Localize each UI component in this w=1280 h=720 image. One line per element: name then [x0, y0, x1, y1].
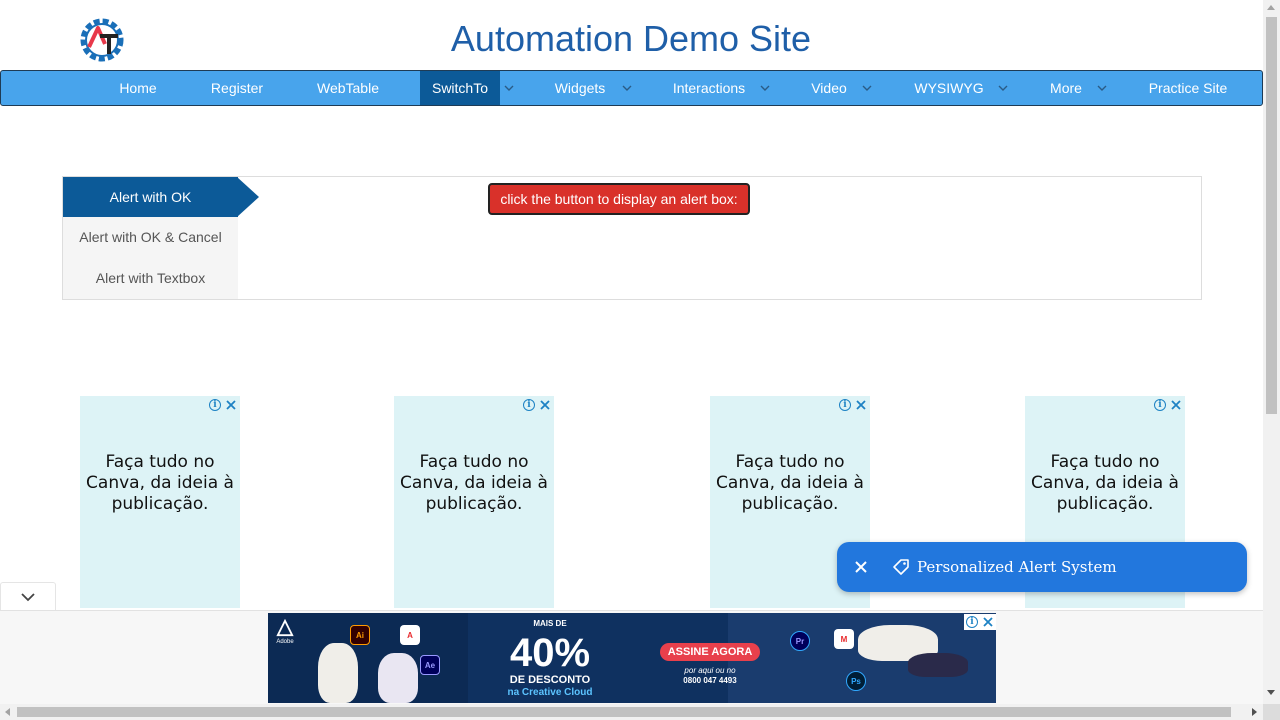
chevron-down-icon[interactable]: [619, 71, 635, 105]
ad-controls: i: [208, 398, 238, 412]
adobe-banner-ad[interactable]: Adobe Ai A Ae MAIS DE 40% DE DESCONTO na…: [268, 613, 996, 703]
close-icon[interactable]: [980, 614, 996, 630]
main-navbar: Home Register WebTable SwitchTo Widgets …: [0, 70, 1263, 106]
chevron-down-icon[interactable]: [757, 71, 773, 105]
scroll-up-arrow[interactable]: [1267, 5, 1275, 10]
scroll-right-arrow[interactable]: [1252, 708, 1257, 716]
vertical-scrollbar[interactable]: [1263, 0, 1280, 704]
assine-agora-button[interactable]: ASSINE AGORA: [660, 643, 760, 661]
nav-register[interactable]: Register: [197, 71, 277, 105]
person-illustration: [318, 643, 358, 703]
nav-interactions[interactable]: Interactions: [661, 71, 757, 105]
tab-alert-with-ok-cancel[interactable]: Alert with OK & Cancel: [63, 217, 238, 257]
display-alert-button[interactable]: click the button to display an alert box…: [488, 183, 750, 215]
toast-text: Personalized Alert System: [917, 558, 1117, 576]
page-title: Automation Demo Site: [450, 18, 812, 59]
page: Automation Demo Site Home Register WebTa…: [0, 0, 1280, 720]
info-icon[interactable]: i: [964, 614, 980, 630]
nav-home[interactable]: Home: [99, 71, 177, 105]
scrollbar-corner: [1263, 704, 1280, 720]
adobe-express-icon: M: [834, 629, 854, 649]
alert-tabs-list: Alert with OK Alert with OK & Cancel Ale…: [63, 177, 238, 299]
tab-alert-with-textbox[interactable]: Alert with Textbox: [63, 258, 238, 298]
scrollbar-thumb[interactable]: [17, 707, 1231, 717]
acrobat-icon: A: [400, 625, 420, 645]
nav-widgets[interactable]: Widgets: [541, 71, 619, 105]
nav-video[interactable]: Video: [797, 71, 861, 105]
ad-controls: i: [1153, 398, 1183, 412]
nav-wysiwyg[interactable]: WYSIWYG: [903, 71, 995, 105]
banner-desconto: DE DESCONTO: [509, 674, 591, 686]
banner-phone-number: 0800 047 4493: [683, 676, 737, 685]
nav-more[interactable]: More: [1037, 71, 1095, 105]
adobe-logo: Adobe: [274, 618, 296, 655]
close-icon[interactable]: [853, 559, 869, 575]
ad-text: Faça tudo no Canva, da ideia à publicaçã…: [86, 452, 234, 514]
nav-webtable[interactable]: WebTable: [303, 71, 393, 105]
banner-percent: 40%: [509, 631, 591, 675]
adobe-brand-label: Adobe: [276, 639, 294, 645]
alert-tabs-panel: Alert with OK Alert with OK & Cancel Ale…: [62, 176, 1202, 300]
banner-ad-controls: i: [964, 614, 996, 630]
close-icon[interactable]: [224, 398, 238, 412]
scroll-left-arrow[interactable]: [5, 708, 10, 716]
close-icon[interactable]: [854, 398, 868, 412]
ad-text: Faça tudo no Canva, da ideia à publicaçã…: [400, 452, 548, 514]
ad-controls: i: [838, 398, 868, 412]
banner-mais-de: MAIS DE: [533, 619, 567, 628]
chevron-down-icon[interactable]: [1094, 71, 1110, 105]
active-tab-arrow: [237, 177, 259, 217]
after-effects-icon: Ae: [420, 655, 440, 675]
collapse-ad-button[interactable]: [0, 582, 56, 610]
personalized-alert-toast[interactable]: Personalized Alert System: [837, 542, 1247, 592]
nav-switchto[interactable]: SwitchTo: [420, 71, 500, 105]
person-illustration: [908, 653, 968, 677]
nav-practice-site[interactable]: Practice Site: [1135, 71, 1241, 105]
close-icon[interactable]: [1169, 398, 1183, 412]
ad-text: Faça tudo no Canva, da ideia à publicaçã…: [716, 452, 864, 514]
info-icon[interactable]: i: [208, 398, 222, 412]
chevron-down-icon[interactable]: [501, 71, 517, 105]
premiere-icon: Pr: [790, 631, 810, 651]
banner-creative-cloud: na Creative Cloud: [507, 687, 593, 698]
banner-phone-intro: por aqui ou no: [684, 666, 736, 675]
ad-text: Faça tudo no Canva, da ideia à publicaçã…: [1031, 452, 1179, 514]
close-icon[interactable]: [538, 398, 552, 412]
chevron-down-icon[interactable]: [995, 71, 1011, 105]
ad-controls: i: [522, 398, 552, 412]
ad-card[interactable]: Faça tudo no Canva, da ideia à publicaçã…: [394, 396, 554, 608]
scroll-down-arrow[interactable]: [1267, 690, 1275, 695]
tab-alert-with-ok[interactable]: Alert with OK: [63, 177, 238, 217]
chevron-down-icon: [21, 592, 35, 601]
scrollbar-thumb[interactable]: [1266, 17, 1277, 414]
info-icon[interactable]: i: [1153, 398, 1167, 412]
photoshop-icon: Ps: [846, 671, 866, 691]
horizontal-scrollbar[interactable]: [0, 704, 1263, 720]
info-icon[interactable]: i: [522, 398, 536, 412]
info-icon[interactable]: i: [838, 398, 852, 412]
ad-card[interactable]: Faça tudo no Canva, da ideia à publicaçã…: [80, 396, 240, 608]
tag-icon: [893, 559, 909, 575]
person-illustration: [378, 653, 418, 703]
chevron-down-icon[interactable]: [859, 71, 875, 105]
illustrator-icon: Ai: [350, 625, 370, 645]
